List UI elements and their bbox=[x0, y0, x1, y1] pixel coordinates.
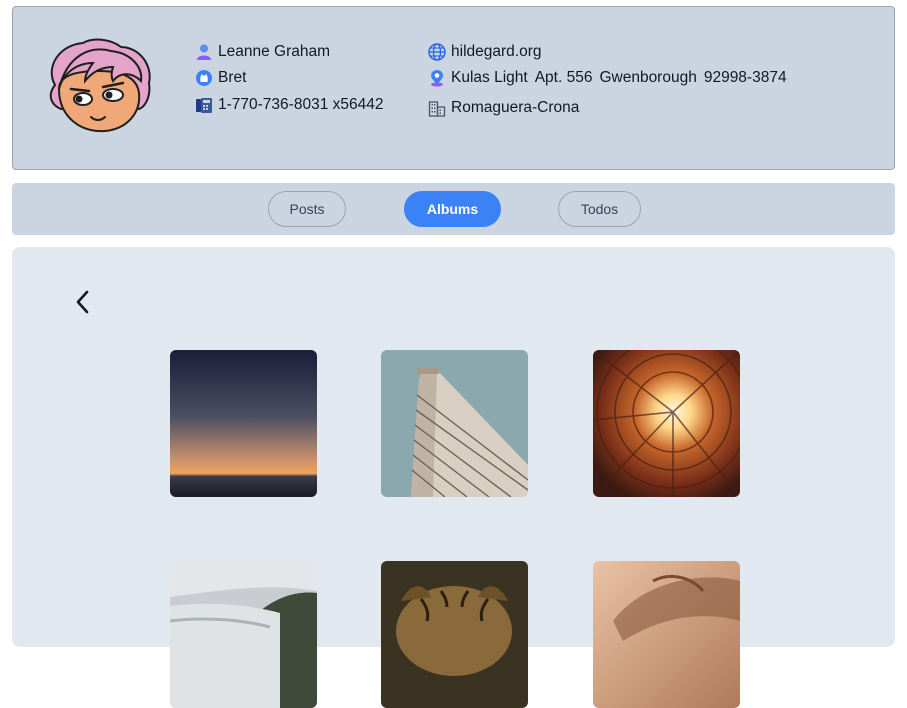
flatiron-building-photo bbox=[381, 350, 528, 497]
album-photos-panel bbox=[12, 247, 895, 708]
user-website-row: hildegard.org bbox=[428, 43, 541, 61]
chevron-left-icon bbox=[76, 290, 89, 314]
phone-icon bbox=[195, 96, 213, 114]
address-city: Gwenborough bbox=[599, 69, 697, 86]
address-street: Kulas Light bbox=[451, 69, 528, 86]
tab-bar: Posts Albums Todos bbox=[12, 183, 895, 235]
map-pin-icon bbox=[428, 69, 446, 87]
tiger-photo bbox=[381, 561, 528, 708]
globe-icon bbox=[428, 43, 446, 61]
user-username: Bret bbox=[218, 69, 247, 86]
avatar bbox=[41, 37, 153, 135]
photo-thumbnail[interactable] bbox=[170, 350, 317, 497]
address-suite: Apt. 556 bbox=[534, 69, 593, 86]
back-button[interactable] bbox=[72, 287, 96, 317]
github-icon bbox=[195, 69, 213, 87]
user-name: Leanne Graham bbox=[218, 43, 331, 60]
sunset-photo bbox=[170, 350, 317, 497]
waterfall-photo bbox=[170, 561, 317, 708]
user-username-row: Bret bbox=[195, 69, 246, 87]
tab-posts[interactable]: Posts bbox=[268, 191, 346, 227]
photo-thumbnail[interactable] bbox=[593, 561, 740, 708]
user-company-row: Romaguera-Crona bbox=[428, 99, 579, 117]
photo-thumbnail[interactable] bbox=[381, 350, 528, 497]
tab-albums[interactable]: Albums bbox=[404, 191, 501, 227]
user-address-row: Kulas Light Apt. 556 Gwenborough 92998-3… bbox=[428, 69, 794, 87]
photo-thumbnail[interactable] bbox=[593, 350, 740, 497]
hand-photo bbox=[593, 561, 740, 708]
user-phone-row: 1-770-736-8031 x56442 bbox=[195, 96, 383, 114]
user-company: Romaguera-Crona bbox=[451, 99, 580, 116]
user-name-row: Leanne Graham bbox=[195, 43, 330, 61]
user-website[interactable]: hildegard.org bbox=[451, 43, 541, 61]
tab-todos[interactable]: Todos bbox=[558, 191, 641, 227]
user-profile-card: Leanne Graham Bret 1-770-736-8031 x56442… bbox=[12, 6, 895, 170]
user-icon bbox=[195, 43, 213, 61]
photo-thumbnail[interactable] bbox=[381, 561, 528, 708]
courtyard-sun-photo bbox=[593, 350, 740, 497]
photo-thumbnail[interactable] bbox=[170, 561, 317, 708]
user-phone: 1-770-736-8031 x56442 bbox=[218, 96, 384, 113]
building-icon bbox=[428, 99, 446, 117]
address-zipcode: 92998-3874 bbox=[703, 69, 787, 86]
